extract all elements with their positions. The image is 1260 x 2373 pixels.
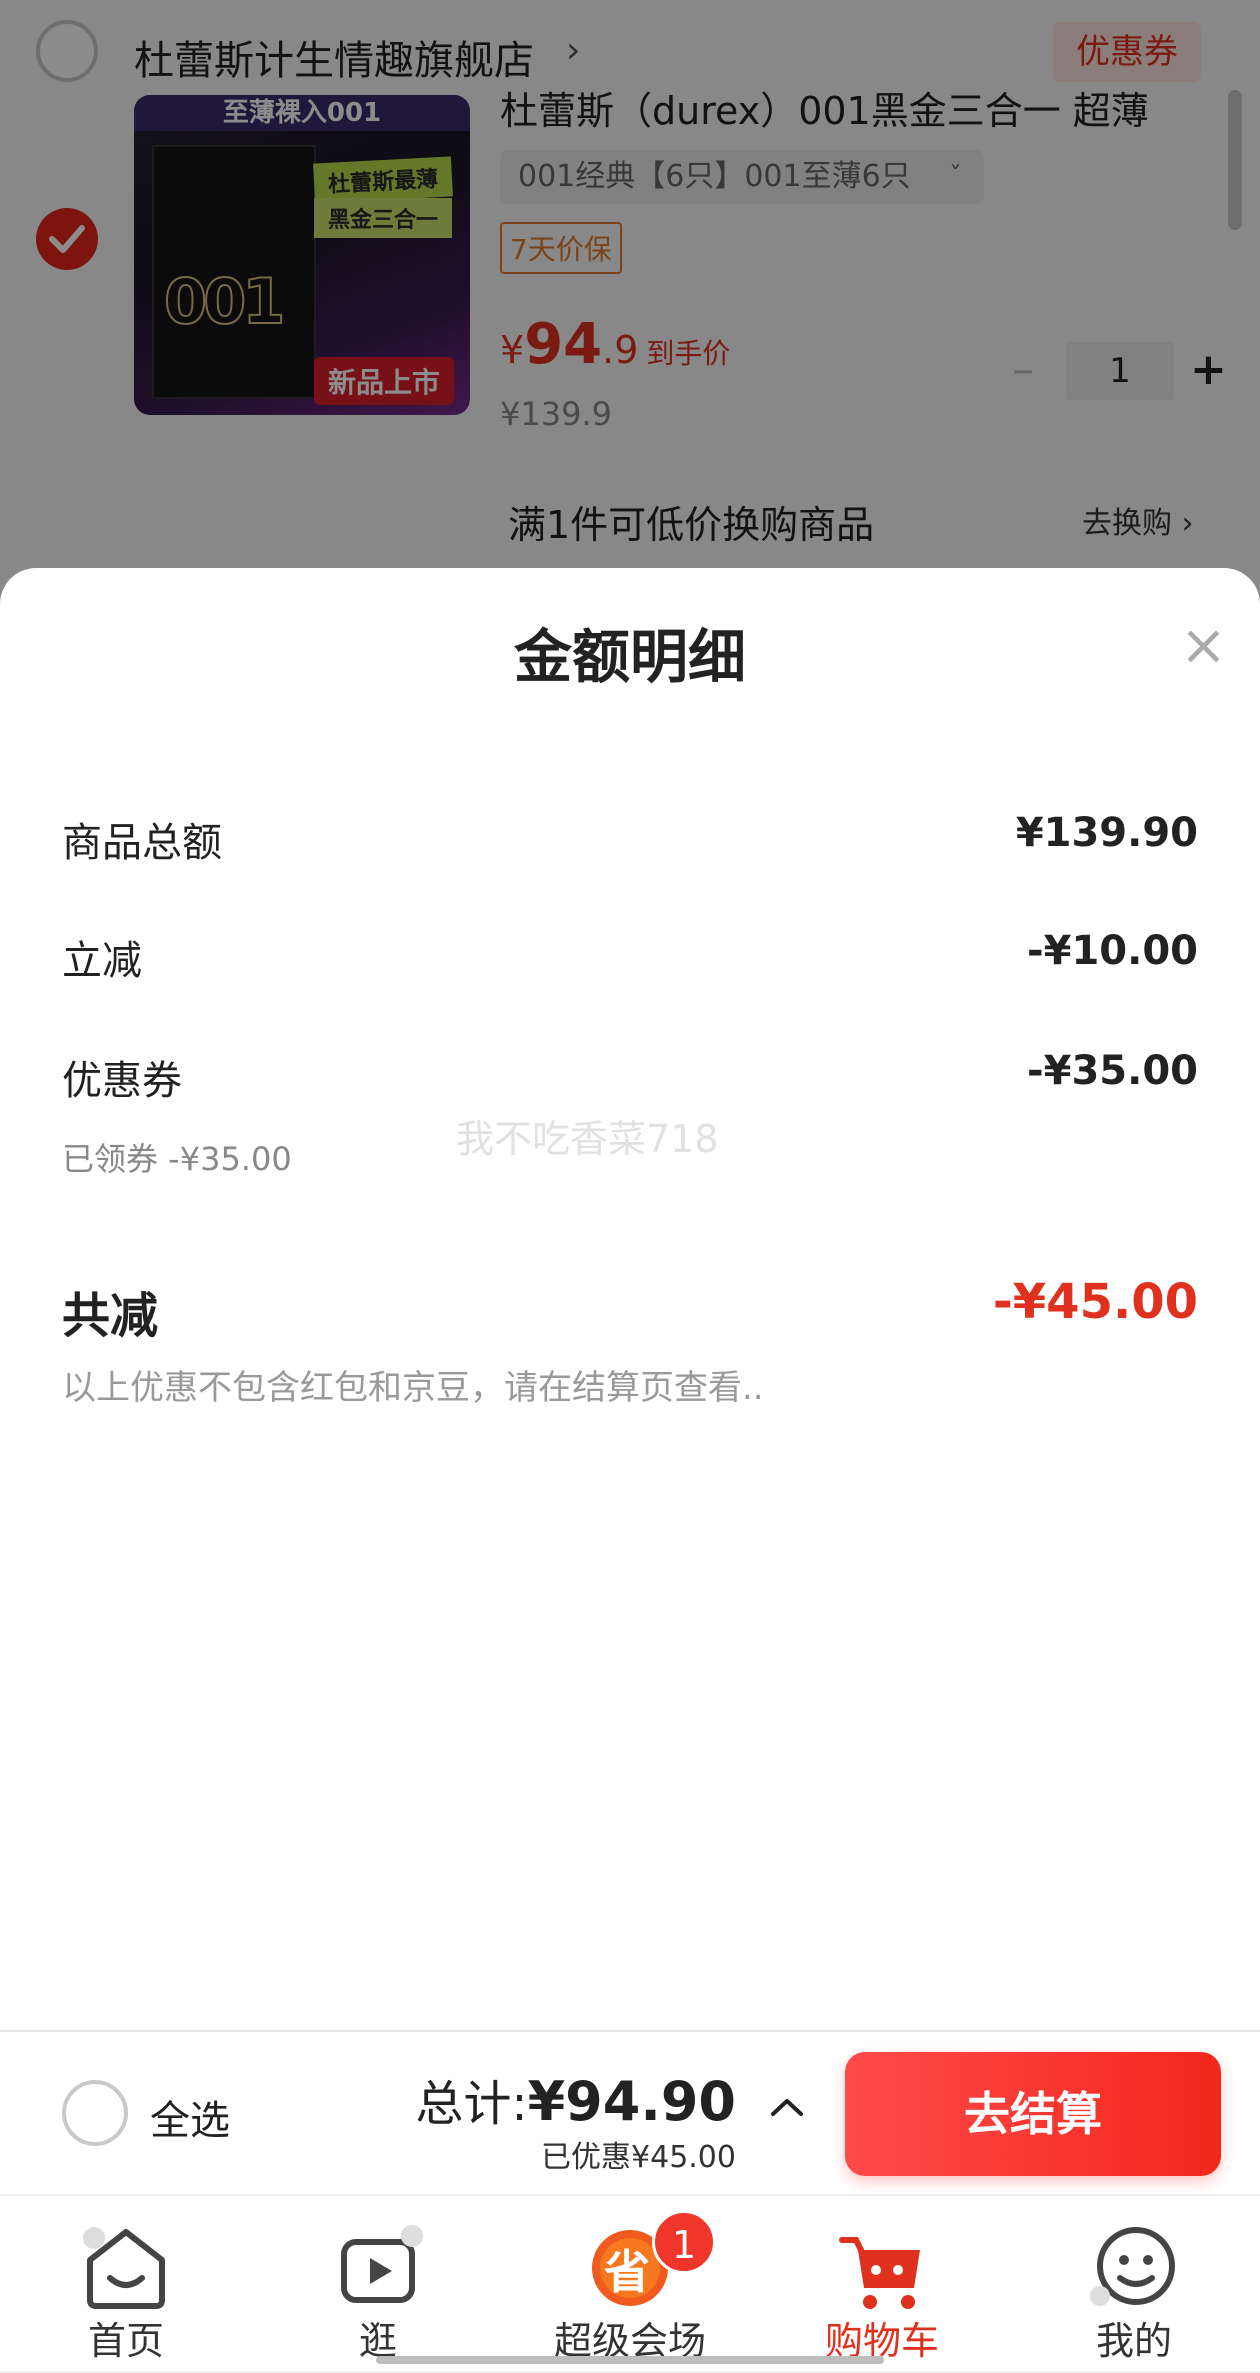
tab-home-label: 首页 [87, 2319, 164, 2363]
checkout-bar: 全选 总计:¥94.90 已优惠¥45.00 去结算 [0, 2032, 1260, 2194]
total-summary[interactable]: 总计:¥94.90 [415, 2064, 736, 2134]
goods-total-value: ¥139.90 [1015, 810, 1198, 856]
cart-icon [839, 2237, 920, 2309]
home-icon [83, 2227, 165, 2309]
chevron-up-icon[interactable] [770, 2096, 804, 2118]
checkout-button[interactable]: 去结算 [845, 2052, 1221, 2176]
tab-profile-label: 我的 [1095, 2319, 1172, 2363]
sheet-title: 金额明细 [513, 623, 746, 691]
tab-browse[interactable]: 逛 [252, 2196, 504, 2373]
bottom-tab-bar: 首页 逛 省 1 超级会场 购物车 我的 [0, 2194, 1260, 2371]
coupon-claimed-note: 已领券 -¥35.00 [62, 1140, 292, 1178]
tab-super-venue[interactable]: 省 1 超级会场 [504, 2196, 756, 2373]
close-icon[interactable]: × [1180, 618, 1227, 674]
notification-badge: 1 [652, 2210, 716, 2274]
goods-total-label: 商品总额 [62, 820, 222, 866]
total-discount-label: 共减 [62, 1288, 159, 1344]
tab-home[interactable]: 首页 [0, 2196, 252, 2373]
total-discount-value: -¥45.00 [992, 1274, 1198, 1330]
home-indicator[interactable] [376, 2356, 884, 2364]
instant-discount-label: 立减 [62, 938, 142, 984]
total-prefix: 总计: [415, 2076, 528, 2132]
select-all-label[interactable]: 全选 [150, 2088, 230, 2146]
coupon-label: 优惠券 [62, 1058, 182, 1104]
coupon-value: -¥35.00 [1027, 1048, 1198, 1094]
tab-cart[interactable]: 购物车 [756, 2196, 1008, 2373]
amount-detail-sheet: 金额明细 × 商品总额 ¥139.90 立减 -¥10.00 优惠券 -¥35.… [0, 568, 1260, 2033]
super-venue-icon-text: 省 [604, 2245, 650, 2299]
select-all-radio[interactable] [62, 2080, 128, 2146]
saved-amount: 已优惠¥45.00 [541, 2140, 736, 2175]
watermark: 我不吃香菜718 [456, 1117, 719, 1161]
modal-overlay[interactable] [0, 0, 1260, 620]
instant-discount-value: -¥10.00 [1027, 928, 1198, 974]
tab-profile[interactable]: 我的 [1008, 2196, 1260, 2373]
profile-icon [1090, 2227, 1175, 2306]
video-icon [341, 2225, 423, 2303]
discount-note: 以上优惠不包含红包和京豆，请在结算页查看.. [62, 1368, 764, 1408]
total-amount: ¥94.90 [527, 2070, 736, 2133]
